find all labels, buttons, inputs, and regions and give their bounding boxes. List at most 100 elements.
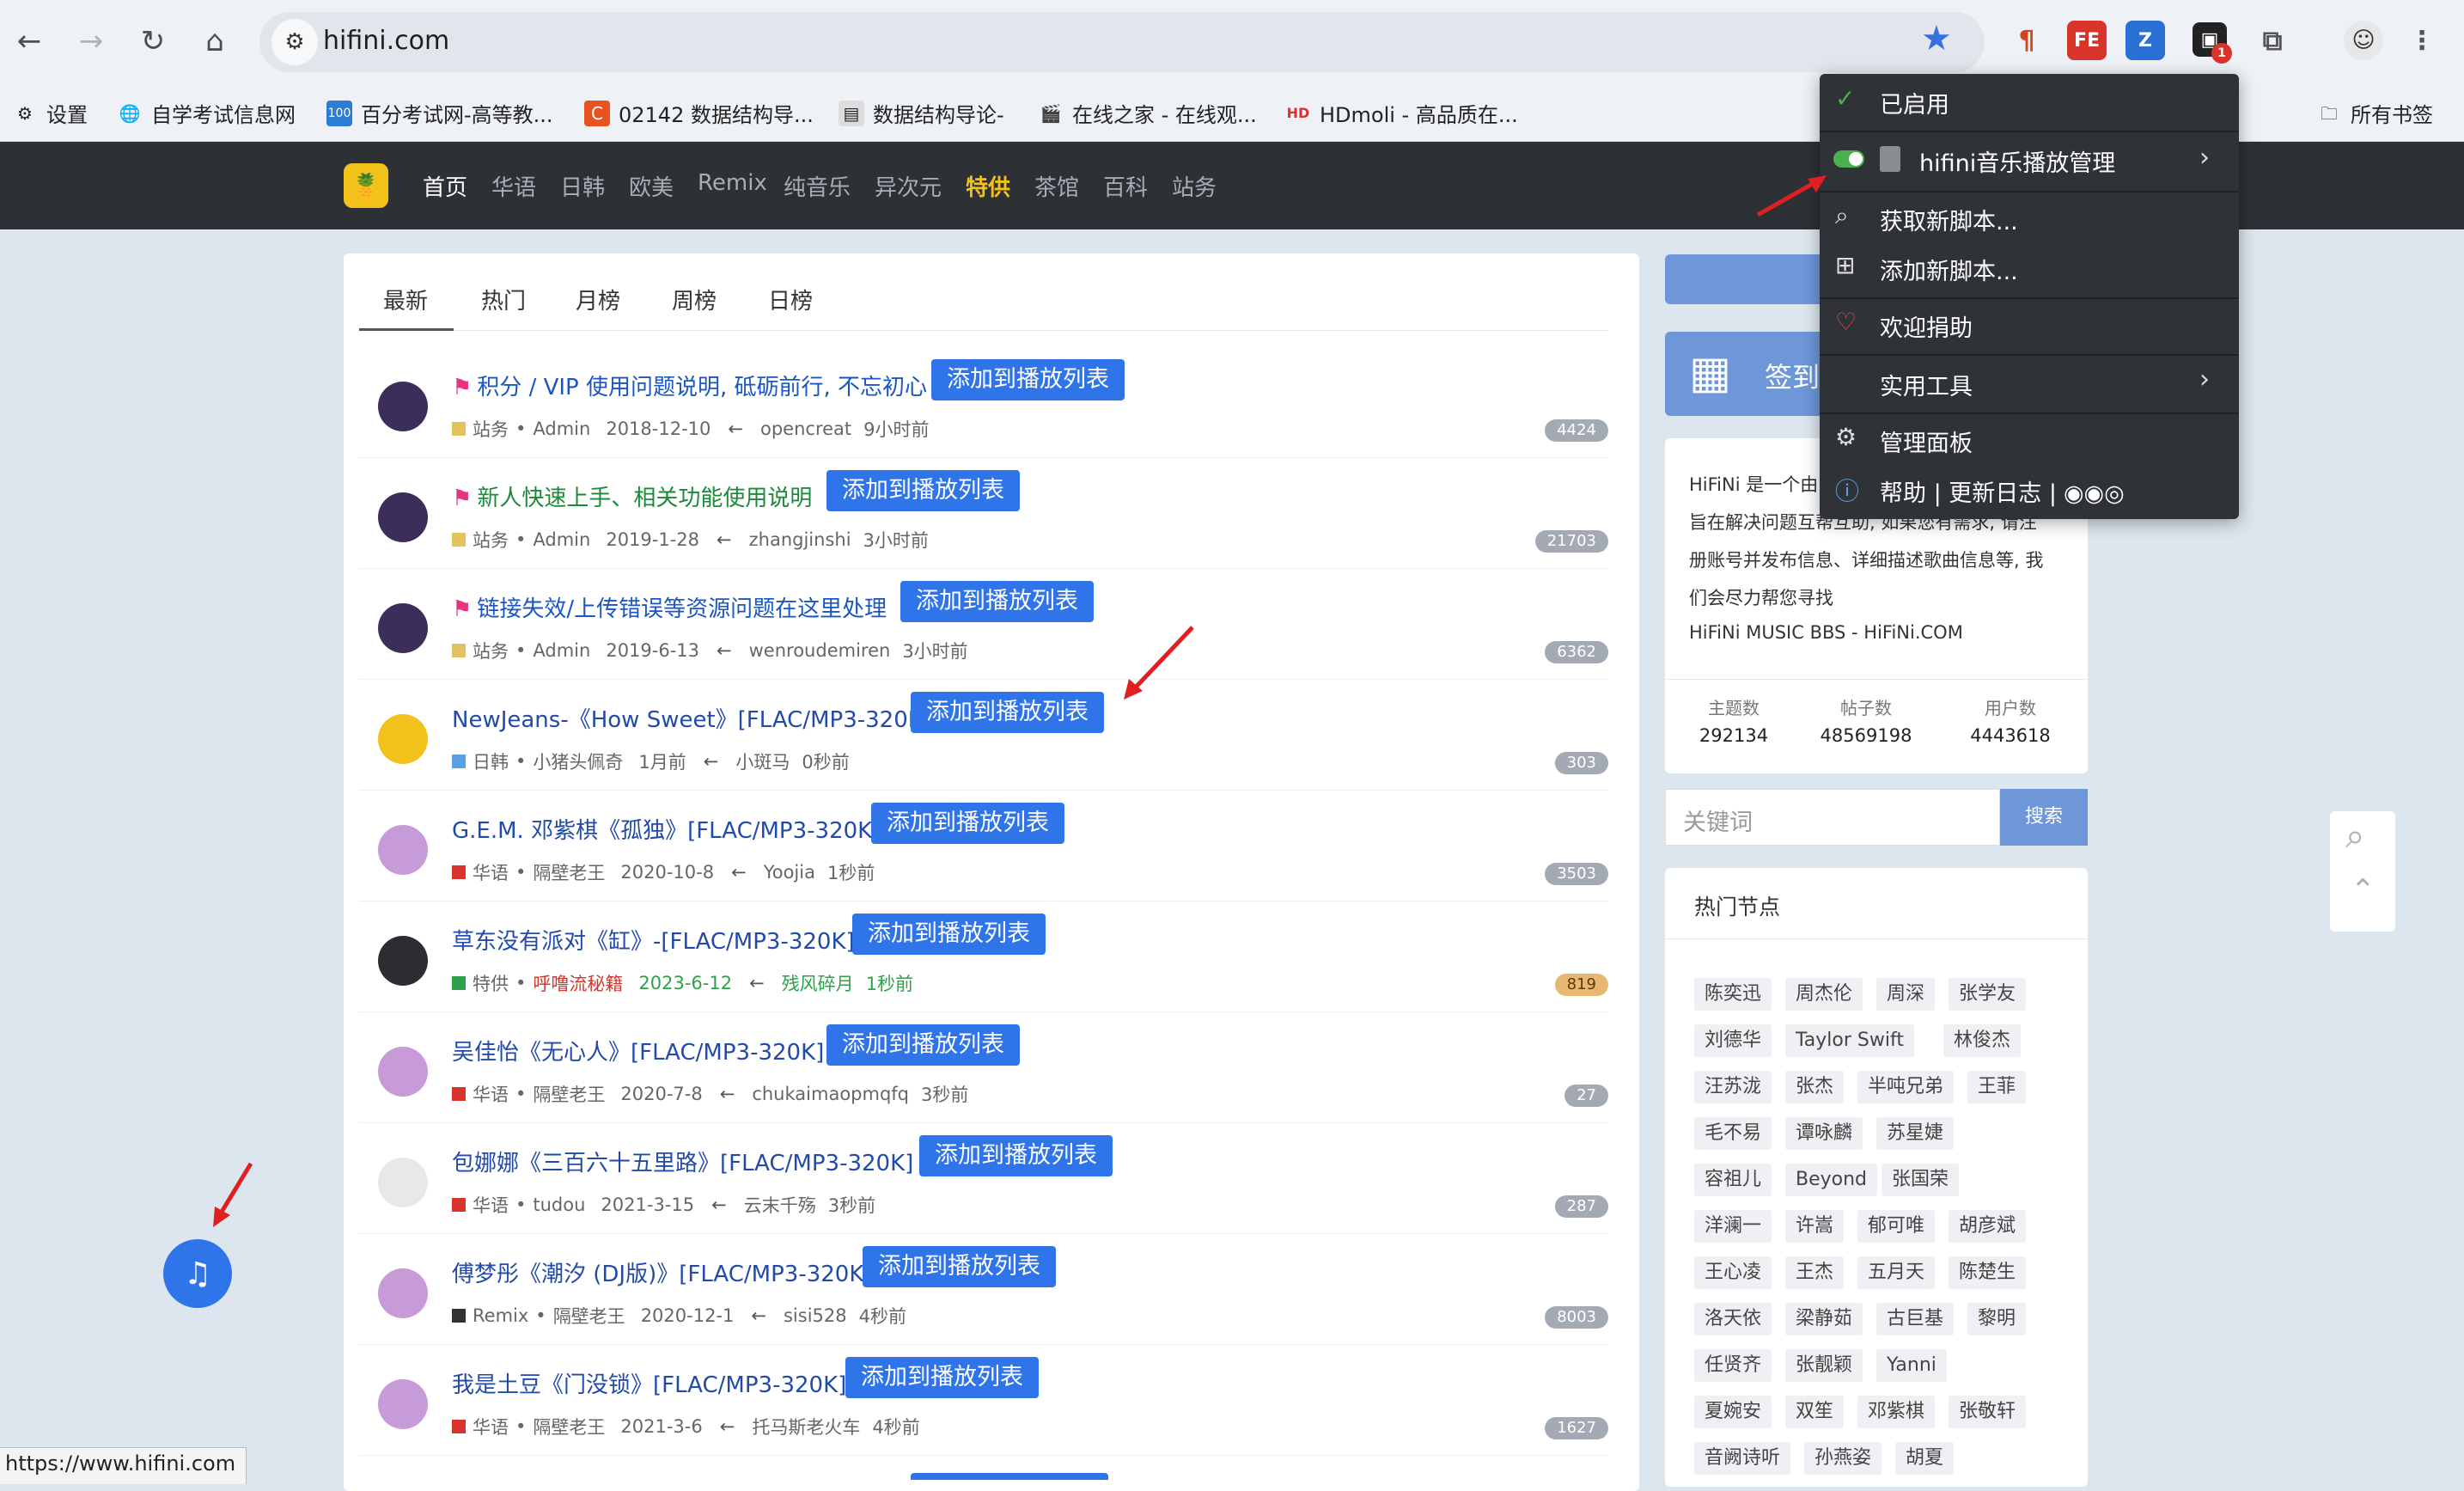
last-replier[interactable]: 小斑马 xyxy=(735,749,790,774)
hot-node-tag[interactable]: 周杰伦 xyxy=(1785,978,1863,1011)
add-to-playlist-button[interactable]: 添加到播放列表 xyxy=(863,1246,1056,1287)
nav-item[interactable]: 纯音乐 xyxy=(784,170,851,202)
menu-script-hifini[interactable]: hifini音乐播放管理 xyxy=(1919,144,2115,178)
avatar[interactable] xyxy=(378,492,428,542)
avatar[interactable] xyxy=(378,382,428,431)
thread-category[interactable]: 站务 xyxy=(473,527,509,553)
add-to-playlist-button[interactable]: 添加到播放列表 xyxy=(871,803,1064,844)
hot-node-tag[interactable]: 汪苏泷 xyxy=(1694,1071,1772,1103)
thread-category[interactable]: 华语 xyxy=(473,1192,509,1218)
hot-node-tag[interactable]: 音阙诗听 xyxy=(1694,1442,1791,1475)
home-icon[interactable]: ⌂ xyxy=(192,19,237,64)
hot-node-tag[interactable]: 张靓颖 xyxy=(1785,1349,1863,1382)
thread-category[interactable]: Remix xyxy=(473,1305,528,1326)
search-button[interactable]: 搜索 xyxy=(2000,789,2088,846)
social-icons[interactable]: ◉◉◎ xyxy=(2064,480,2125,507)
forward-icon[interactable]: → xyxy=(69,19,113,64)
hot-node-tag[interactable]: 古巨基 xyxy=(1876,1303,1955,1335)
menu-help[interactable]: 帮助 | 更新日志 | ◉◉◎ xyxy=(1880,474,2125,508)
thread-category[interactable]: 华语 xyxy=(473,1414,509,1439)
avatar[interactable] xyxy=(378,1379,428,1429)
thread-author[interactable]: Admin xyxy=(533,419,590,439)
hot-node-tag[interactable]: 孙燕姿 xyxy=(1804,1442,1882,1475)
thread-author[interactable]: 小猪头佩奇 xyxy=(533,749,623,774)
nav-item[interactable]: 百科 xyxy=(1103,170,1148,202)
hot-node-tag[interactable]: 任贤齐 xyxy=(1694,1349,1772,1382)
hot-node-tag[interactable]: 苏星婕 xyxy=(1876,1117,1955,1150)
thread-title[interactable]: ⚑ 链接失效/上传错误等资源问题在这里处理 xyxy=(452,591,887,623)
thread-title[interactable]: 傅梦彤《潮汐 (DJ版)》[FLAC/MP3-320K] xyxy=(452,1256,873,1288)
menu-icon[interactable]: ⋮ xyxy=(2402,21,2442,60)
avatar[interactable] xyxy=(378,603,428,653)
hot-node-tag[interactable]: 黎明 xyxy=(1967,1303,2027,1335)
add-to-playlist-button[interactable]: 添加到播放列表 xyxy=(826,1024,1020,1066)
nav-item[interactable]: 异次元 xyxy=(875,170,942,202)
hot-node-tag[interactable]: 胡彦斌 xyxy=(1949,1210,2027,1243)
bookmark-settings[interactable]: ⚙ 设置 xyxy=(12,98,88,128)
thread-row[interactable]: G.E.M. 邓紫棋《孤独》[FLAC/MP3-320K] 添加到播放列表 华语 • 隔… xyxy=(359,791,1608,901)
thread-title[interactable]: ⚑ 积分 / VIP 使用问题说明, 砥砺前行, 不忘初心 xyxy=(452,370,927,401)
music-player-button[interactable]: ♫ xyxy=(163,1239,232,1308)
thread-author[interactable]: 呼噜流秘籍 xyxy=(533,970,623,996)
hot-node-tag[interactable]: Yanni xyxy=(1876,1349,1947,1382)
hot-node-tag[interactable]: 张学友 xyxy=(1949,978,2027,1011)
menu-donate[interactable]: 欢迎捐助 xyxy=(1880,309,1973,343)
menu-dashboard[interactable]: 管理面板 xyxy=(1880,425,1973,458)
hot-node-tag[interactable]: 王杰 xyxy=(1785,1256,1845,1289)
tab-hot[interactable]: 热门 xyxy=(481,284,526,315)
hot-node-tag[interactable]: 张敬轩 xyxy=(1949,1396,2027,1428)
hot-node-tag[interactable]: 张杰 xyxy=(1785,1071,1845,1103)
nav-item[interactable]: 华语 xyxy=(491,170,536,202)
hot-node-tag[interactable]: 刘德华 xyxy=(1694,1024,1772,1057)
hot-node-tag[interactable]: 夏婉安 xyxy=(1694,1396,1772,1428)
add-to-playlist-button[interactable]: 添加到播放列表 xyxy=(852,914,1046,955)
thread-title[interactable]: G.E.M. 邓紫棋《孤独》[FLAC/MP3-320K] xyxy=(452,813,881,845)
add-to-playlist-button[interactable]: 添加到播放列表 xyxy=(919,1135,1113,1176)
thread-row[interactable]: 吴佳怡《无心人》[FLAC/MP3-320K] 添加到播放列表 华语 • 隔壁老王 202… xyxy=(359,1012,1608,1123)
thread-row[interactable]: 包娜娜《三百六十五里路》[FLAC/MP3-320K] 添加到播放列表 华语 • tud… xyxy=(359,1123,1608,1234)
last-replier[interactable]: wenroudemiren xyxy=(749,640,891,661)
add-to-playlist-button[interactable]: 添加到播放列表 xyxy=(931,359,1125,400)
bookmark-item[interactable]: 🌐 自学考试信息网 xyxy=(117,98,296,128)
thread-author[interactable]: tudou xyxy=(533,1195,585,1215)
ext-paragraph-icon[interactable]: ¶ xyxy=(2007,21,2046,60)
hot-node-tag[interactable]: 五月天 xyxy=(1857,1256,1936,1289)
last-replier[interactable]: Yoojia xyxy=(764,862,815,883)
ext-z-icon[interactable]: Z xyxy=(2126,21,2165,60)
thread-row[interactable]: ⚑ 链接失效/上传错误等资源问题在这里处理 添加到播放列表 站务 • Admin 2019-… xyxy=(359,569,1608,680)
hot-node-tag[interactable]: 洛天依 xyxy=(1694,1303,1772,1335)
thread-category[interactable]: 站务 xyxy=(473,416,509,442)
hot-node-tag[interactable]: 半吨兄弟 xyxy=(1857,1071,1955,1103)
thread-category[interactable]: 特供 xyxy=(473,970,509,996)
hot-node-tag[interactable]: 周深 xyxy=(1876,978,1936,1011)
avatar[interactable] xyxy=(378,936,428,986)
bookmark-star-icon[interactable]: ★ xyxy=(1921,19,1952,58)
extensions-icon[interactable]: ⧉ xyxy=(2253,21,2292,60)
thread-row[interactable]: 草东没有派对《缸》-[FLAC/MP3-320K] 添加到播放列表 特供 • 呼噜流秘籍… xyxy=(359,901,1608,1012)
hot-node-tag[interactable]: 双笙 xyxy=(1785,1396,1845,1428)
thread-category[interactable]: 站务 xyxy=(473,638,509,663)
add-to-playlist-button[interactable]: 添加到播放列表 xyxy=(911,692,1104,733)
bookmark-item[interactable]: ▤ 数据结构导论- xyxy=(839,98,1004,128)
last-replier[interactable]: sisi528 xyxy=(784,1305,847,1326)
nav-item[interactable]: 茶馆 xyxy=(1034,170,1079,202)
bookmark-item[interactable]: C 02142 数据结构导... xyxy=(584,98,814,128)
nav-item[interactable]: 日韩 xyxy=(560,170,605,202)
thread-author[interactable]: Admin xyxy=(533,640,590,661)
last-replier[interactable]: 云末千殇 xyxy=(744,1192,816,1218)
ext-fe-icon[interactable]: FE xyxy=(2067,21,2107,60)
last-replier[interactable]: 残风碎月 xyxy=(782,970,854,996)
url-text[interactable]: hifini.com xyxy=(323,26,449,56)
bookmark-item[interactable]: 🎬 在线之家 - 在线观... xyxy=(1038,98,1257,128)
menu-add-script[interactable]: 添加新脚本... xyxy=(1880,253,2018,286)
hot-node-tag[interactable]: 胡夏 xyxy=(1895,1442,1955,1475)
thread-title[interactable]: 包娜娜《三百六十五里路》[FLAC/MP3-320K] xyxy=(452,1146,913,1177)
keyword-search-input[interactable]: 关键词 xyxy=(1665,789,2000,846)
thread-row[interactable]: NewJeans-《How Sweet》[FLAC/MP3-320K] 添加到播放… xyxy=(359,680,1608,791)
hot-node-tag[interactable]: 容祖儿 xyxy=(1694,1164,1772,1196)
hot-node-tag[interactable]: 王心凌 xyxy=(1694,1256,1772,1289)
profile-avatar[interactable]: ☺ xyxy=(2344,21,2383,60)
thread-title[interactable]: NewJeans-《How Sweet》[FLAC/MP3-320K] xyxy=(452,702,931,734)
add-to-playlist-button[interactable]: 添加到播放列表 xyxy=(900,581,1094,622)
hot-node-tag[interactable]: Taylor Swift xyxy=(1785,1024,1914,1057)
